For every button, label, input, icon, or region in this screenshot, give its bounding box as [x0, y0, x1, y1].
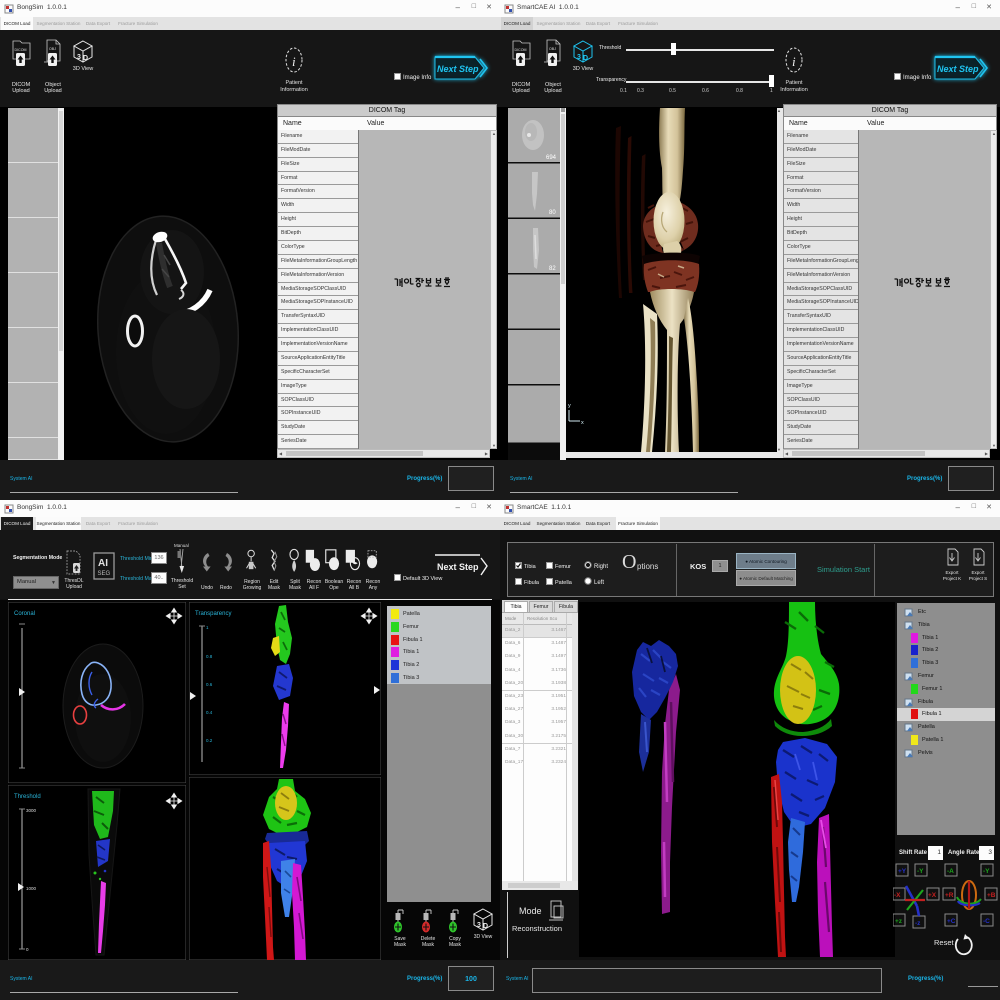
- svg-text:D: D: [583, 55, 588, 62]
- svg-text:-Y: -Y: [983, 868, 990, 875]
- svg-text:-A: -A: [947, 868, 954, 875]
- svg-text:OBJ: OBJ: [49, 47, 56, 51]
- svg-text:+X: +X: [928, 892, 937, 899]
- svg-text:OBJ: OBJ: [549, 47, 556, 51]
- svg-text:Coronal: Coronal: [14, 611, 35, 617]
- svg-text:1000: 1000: [26, 886, 37, 891]
- svg-text:i: i: [792, 54, 796, 69]
- svg-text:y: y: [568, 403, 571, 409]
- svg-text:Threshold: Threshold: [14, 794, 41, 800]
- svg-text:D: D: [483, 923, 488, 930]
- svg-text:80: 80: [549, 210, 556, 216]
- svg-text:0.2: 0.2: [206, 738, 213, 743]
- svg-text:-X: -X: [894, 892, 901, 899]
- svg-text:i: i: [292, 54, 296, 69]
- svg-text:-z: -z: [915, 920, 921, 927]
- svg-text:AI: AI: [98, 558, 108, 569]
- svg-text:Next Step: Next Step: [437, 64, 479, 74]
- svg-text:0.4: 0.4: [206, 710, 213, 715]
- svg-text:D: D: [83, 55, 88, 62]
- svg-text:3000: 3000: [26, 808, 37, 813]
- svg-text:+R: +R: [945, 892, 954, 899]
- svg-text:+B: +B: [987, 892, 996, 899]
- svg-text:+Y: +Y: [898, 868, 907, 875]
- svg-text:DICOM: DICOM: [515, 48, 527, 52]
- svg-text:3: 3: [577, 54, 581, 61]
- svg-text:Transparency: Transparency: [195, 611, 231, 617]
- svg-text:0.8: 0.8: [206, 654, 213, 659]
- svg-text:+z: +z: [895, 918, 903, 925]
- svg-text:DICOM: DICOM: [15, 48, 27, 52]
- svg-text:Undo: Undo: [201, 585, 213, 591]
- svg-text:82: 82: [549, 266, 556, 272]
- svg-text:694: 694: [546, 155, 557, 161]
- svg-text:SEG: SEG: [98, 571, 111, 577]
- svg-text:3: 3: [77, 54, 81, 61]
- svg-text:Redo: Redo: [220, 585, 232, 591]
- svg-text:Manual: Manual: [174, 543, 189, 548]
- svg-text:-Y: -Y: [917, 868, 924, 875]
- svg-text:-C: -C: [983, 918, 990, 925]
- svg-text:Next Step: Next Step: [437, 562, 479, 572]
- svg-text:Next Step: Next Step: [937, 64, 979, 74]
- svg-text:3: 3: [477, 922, 481, 929]
- svg-text:x: x: [581, 420, 584, 426]
- svg-text:0.6: 0.6: [206, 682, 213, 687]
- svg-text:+C: +C: [947, 918, 956, 925]
